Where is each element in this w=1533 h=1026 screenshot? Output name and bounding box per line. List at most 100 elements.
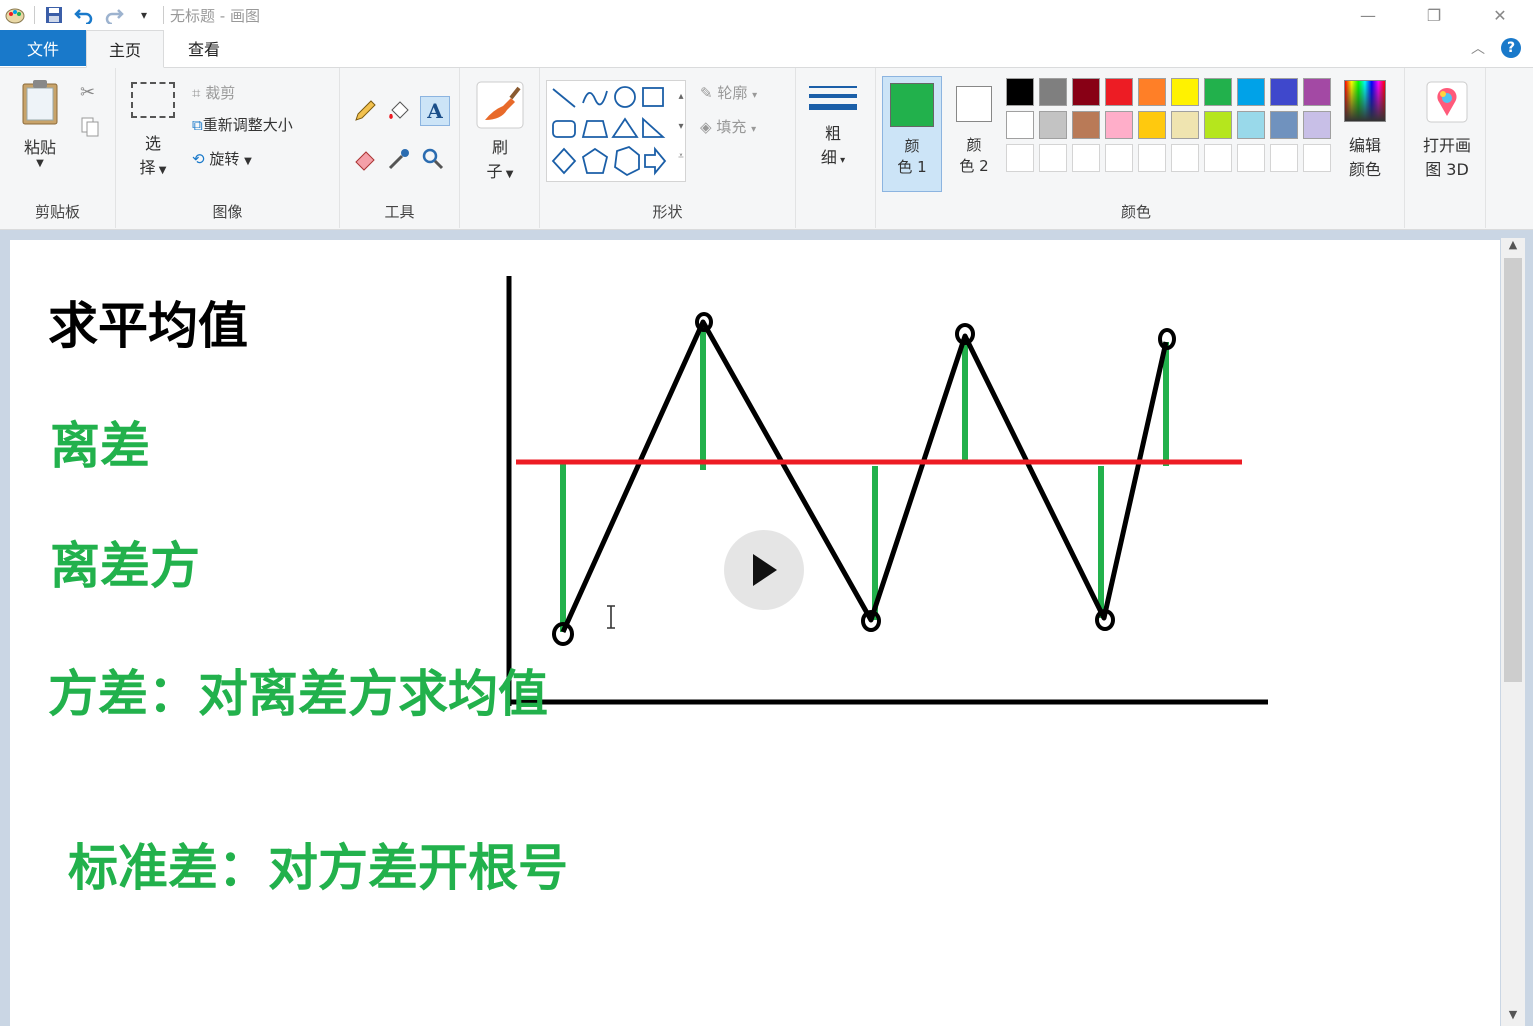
size-button[interactable]: 粗 细 ▾ — [806, 82, 860, 168]
brushes-button[interactable]: 刷 子 ▼ — [470, 80, 530, 182]
drawing-canvas[interactable]: 求平均值 离差 离差方 方差：对离差方求均值 标准差：对方差开根号 — [10, 240, 1500, 1026]
select-label-2: 择 — [139, 158, 156, 177]
text-icon[interactable]: A — [420, 96, 450, 126]
brushes-label-2: 子 — [486, 162, 503, 181]
help-icon[interactable]: ? — [1501, 38, 1521, 58]
custom-color-slot[interactable] — [1006, 144, 1034, 172]
color1-swatch — [890, 83, 934, 127]
restore-icon[interactable]: ❐ — [1401, 0, 1467, 30]
canvas-text-variance: 方差：对离差方求均值 — [48, 665, 548, 723]
vertical-scrollbar[interactable]: ▲ ▼ — [1501, 238, 1525, 1026]
palette-swatch[interactable] — [1270, 78, 1298, 106]
crop-icon: ⌗ — [192, 84, 201, 102]
collapse-ribbon-icon[interactable]: ︿ — [1471, 38, 1485, 58]
paint-app-icon[interactable] — [4, 4, 26, 26]
minimize-icon[interactable]: — — [1335, 0, 1401, 30]
tab-view[interactable]: 查看 — [164, 29, 244, 67]
palette-swatch[interactable] — [1006, 78, 1034, 106]
customize-qat-icon[interactable]: ▾ — [133, 4, 155, 26]
title-bar: ▾ 无标题 - 画图 — ❐ ✕ — [0, 0, 1533, 30]
canvas-area: 求平均值 离差 离差方 方差：对离差方求均值 标准差：对方差开根号 — [0, 230, 1533, 1026]
size-label-2: 细 — [820, 148, 837, 167]
shapes-group-label: 形状 — [652, 203, 683, 221]
color1-label-2: 色 1 — [897, 158, 927, 176]
colors-group-label: 颜色 — [1120, 203, 1151, 221]
color-spectrum-icon — [1344, 80, 1386, 122]
palette-swatch[interactable] — [1039, 78, 1067, 106]
palette-swatch[interactable] — [1072, 111, 1100, 139]
quick-access-toolbar: ▾ — [0, 4, 164, 26]
paste-label: 粘贴 — [23, 138, 56, 157]
fill-icon: ◈ — [700, 118, 712, 136]
shapes-scroll[interactable]: ▴ ▾ ⩡ — [674, 82, 688, 172]
palette-swatch[interactable] — [1105, 111, 1133, 139]
pencil-icon[interactable] — [352, 98, 378, 128]
scrollbar-thumb[interactable] — [1504, 258, 1522, 682]
palette-swatch[interactable] — [1171, 111, 1199, 139]
color2-button[interactable]: 颜 色 2 — [946, 76, 1002, 192]
color1-button[interactable]: 颜 色 1 — [882, 76, 942, 192]
image-group-label: 图像 — [212, 203, 243, 221]
magnifier-icon[interactable] — [420, 146, 446, 176]
edit-colors-button[interactable]: 编辑 颜色 — [1338, 80, 1392, 180]
custom-color-slot[interactable] — [1303, 144, 1331, 172]
paint3d-icon — [1426, 81, 1468, 123]
palette-swatch[interactable] — [1072, 78, 1100, 106]
paste-button[interactable]: 粘贴 ▼ — [14, 78, 66, 169]
data-points — [552, 312, 1176, 646]
shapes-gallery[interactable] — [546, 80, 686, 182]
tab-home[interactable]: 主页 — [86, 30, 164, 68]
scroll-down-icon[interactable]: ▼ — [1501, 1008, 1525, 1026]
palette-swatch[interactable] — [1039, 111, 1067, 139]
palette-swatch[interactable] — [1204, 111, 1232, 139]
custom-color-slot[interactable] — [1105, 144, 1133, 172]
color-picker-icon[interactable] — [386, 146, 412, 176]
custom-color-slot[interactable] — [1138, 144, 1166, 172]
fill-button[interactable]: ◈ 填充 ▾ — [700, 116, 756, 137]
rotate-button[interactable]: ⟲ 旋转 ▼ — [192, 148, 252, 169]
deviation-bars — [560, 326, 1169, 632]
color2-swatch — [956, 86, 992, 122]
redo-icon[interactable] — [103, 4, 125, 26]
palette-swatch[interactable] — [1237, 111, 1265, 139]
paint3d-group: 打开画 图 3D — [1404, 68, 1488, 228]
close-icon[interactable]: ✕ — [1467, 0, 1533, 30]
palette-swatch[interactable] — [1006, 111, 1034, 139]
custom-color-slot[interactable] — [1039, 144, 1067, 172]
palette-swatch[interactable] — [1237, 78, 1265, 106]
cut-icon[interactable]: ✂ — [80, 82, 95, 103]
save-icon[interactable] — [43, 4, 65, 26]
eraser-icon[interactable] — [352, 146, 378, 176]
deviation-sketch — [506, 276, 1268, 706]
palette-swatch[interactable] — [1138, 111, 1166, 139]
custom-color-slot[interactable] — [1270, 144, 1298, 172]
fill-bucket-icon[interactable] — [386, 98, 412, 128]
video-play-button[interactable] — [724, 530, 804, 610]
custom-color-slot[interactable] — [1171, 144, 1199, 172]
palette-swatch[interactable] — [1303, 78, 1331, 106]
rotate-icon: ⟲ — [192, 150, 205, 168]
custom-color-slot[interactable] — [1237, 144, 1265, 172]
palette-swatch[interactable] — [1105, 78, 1133, 106]
tab-file[interactable]: 文件 — [0, 30, 86, 66]
outline-button[interactable]: ✎ 轮廓 ▾ — [700, 82, 757, 103]
scroll-up-icon[interactable]: ▲ — [1501, 238, 1525, 256]
palette-swatch[interactable] — [1171, 78, 1199, 106]
custom-color-slot[interactable] — [1072, 144, 1100, 172]
crop-button[interactable]: ⌗ 裁剪 — [192, 82, 235, 103]
edit-colors-label-2: 颜色 — [1348, 160, 1381, 179]
undo-icon[interactable] — [73, 4, 95, 26]
palette-swatch[interactable] — [1204, 78, 1232, 106]
select-button[interactable]: 选 择 ▼ — [128, 82, 178, 178]
color2-label-2: 色 2 — [959, 157, 989, 175]
palette-swatch[interactable] — [1138, 78, 1166, 106]
window-title: 无标题 - 画图 — [170, 6, 260, 25]
custom-color-slot[interactable] — [1204, 144, 1232, 172]
clipboard-icon — [22, 80, 58, 125]
palette-swatch[interactable] — [1303, 111, 1331, 139]
clipboard-group: 粘贴 ▼ ✂ 剪贴板 — [0, 68, 116, 228]
open-paint3d-button[interactable]: 打开画 图 3D — [1411, 80, 1483, 180]
resize-button[interactable]: ⧉重新调整大小 — [192, 114, 293, 135]
copy-icon[interactable] — [80, 116, 100, 142]
palette-swatch[interactable] — [1270, 111, 1298, 139]
